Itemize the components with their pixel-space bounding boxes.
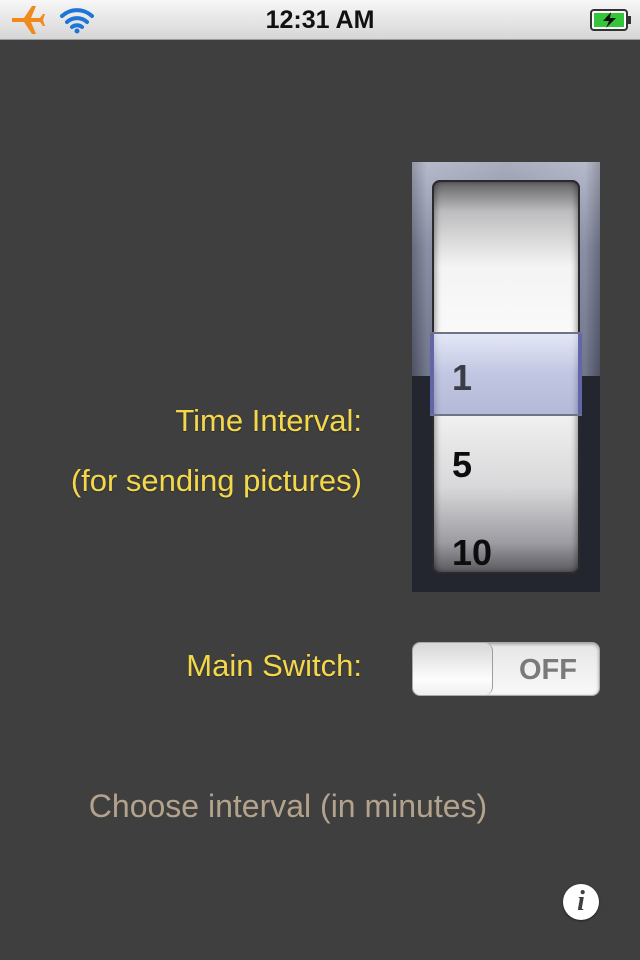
switch-state-label: OFF <box>519 654 577 686</box>
info-icon: i <box>577 886 585 917</box>
time-interval-label: Time Interval: <box>175 403 362 438</box>
screen: 12:31 AM Time Interval: (for sending pic… <box>0 0 640 960</box>
picker-option-5[interactable]: 5 <box>452 444 472 486</box>
status-time: 12:31 AM <box>265 6 375 34</box>
main-switch-toggle[interactable]: OFF <box>412 642 600 696</box>
picker-option-10[interactable]: 10 <box>452 532 492 574</box>
status-bar: 12:31 AM <box>0 0 640 40</box>
picker-option-1[interactable]: 1 <box>452 357 472 399</box>
main-switch-label: Main Switch: <box>186 648 362 683</box>
switch-knob[interactable] <box>413 643 493 695</box>
choose-interval-hint: Choose interval (in minutes) <box>88 788 488 824</box>
info-button[interactable]: i <box>563 884 599 920</box>
time-interval-sublabel: (for sending pictures) <box>70 463 362 498</box>
interval-picker[interactable]: 1 5 10 <box>412 162 600 592</box>
battery-charging-icon <box>590 9 631 31</box>
